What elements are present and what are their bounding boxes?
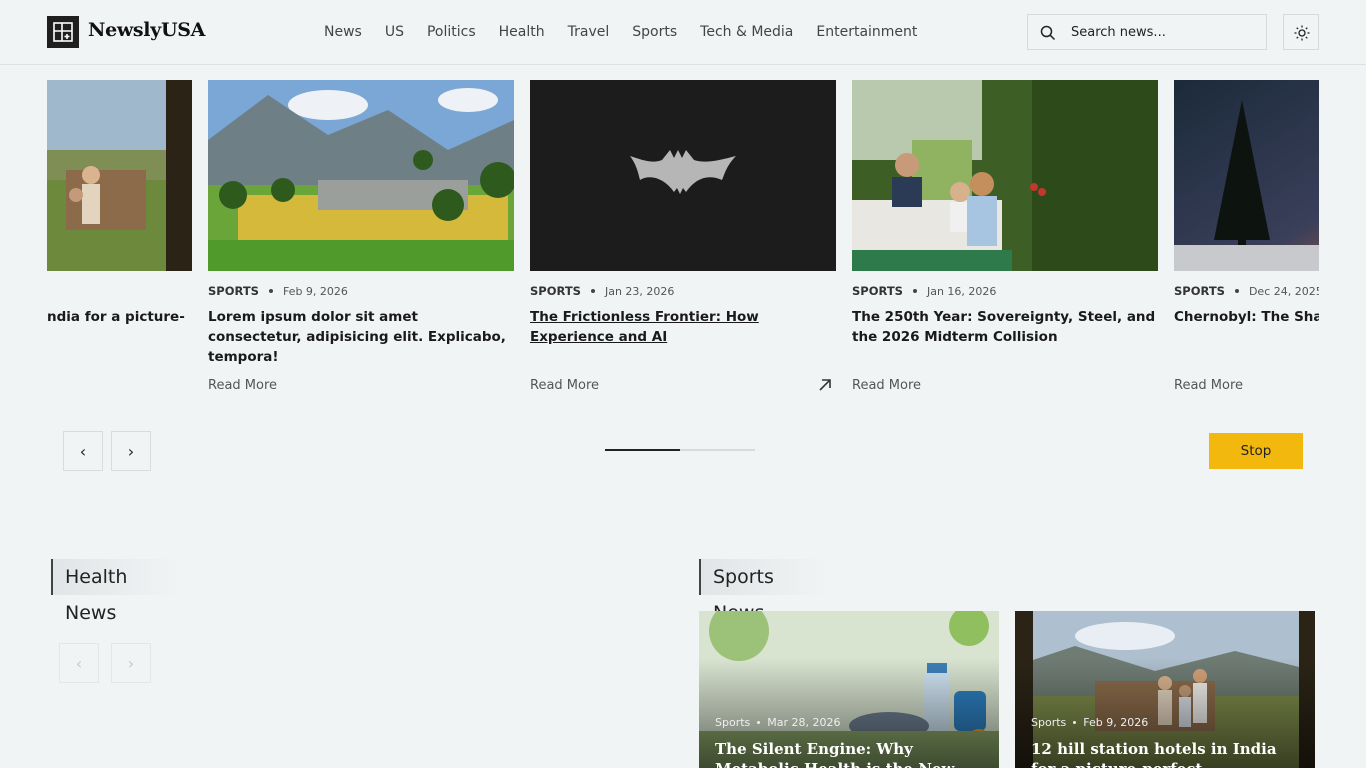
card-category[interactable]: SPORTS	[852, 284, 903, 298]
carousel-card[interactable]: SPORTS Jan 16, 2026 The 250th Year: Sover…	[852, 80, 1158, 410]
chevron-left-icon: ‹	[75, 653, 83, 673]
separator-dot	[912, 289, 917, 293]
carousel-card[interactable]: ndia for a picture-	[47, 80, 192, 410]
tile-meta: Sports Mar 28, 2026	[715, 716, 841, 729]
card-meta: SPORTS Feb 9, 2026	[208, 284, 348, 298]
read-more-link[interactable]: Read More	[530, 378, 599, 393]
card-image[interactable]	[1174, 80, 1319, 271]
card-date: Feb 9, 2026	[282, 285, 348, 298]
search-icon	[1040, 25, 1056, 41]
tile-category[interactable]: Sports	[715, 716, 750, 729]
separator-dot	[757, 720, 761, 724]
stop-autoplay-button[interactable]: Stop	[1209, 433, 1303, 469]
separator-dot	[590, 289, 595, 293]
nav-tech-media[interactable]: Tech & Media	[700, 22, 793, 42]
read-more-link[interactable]: Read More	[1174, 378, 1243, 393]
sun-icon	[1294, 25, 1310, 41]
card-date: Dec 24, 2025	[1248, 285, 1319, 298]
nav-news[interactable]: News	[324, 22, 362, 42]
nav-sports[interactable]: Sports	[632, 22, 677, 42]
main-nav: News US Politics Health Travel Sports Te…	[324, 22, 940, 42]
nav-travel[interactable]: Travel	[568, 22, 610, 42]
card-category[interactable]: SPORTS	[208, 284, 259, 298]
search-input[interactable]	[1071, 22, 1256, 42]
card-title[interactable]: Chernobyl: The Shadow Race for	[1174, 307, 1319, 327]
carousel-card[interactable]: SPORTS Dec 24, 2025 Chernobyl: The Shadow…	[1174, 80, 1319, 410]
external-arrow-icon[interactable]	[818, 378, 832, 392]
card-title[interactable]: ndia for a picture-	[47, 307, 192, 327]
card-title[interactable]: The Frictionless Frontier: How Experienc…	[530, 307, 836, 347]
carousel-progress-bar[interactable]	[605, 449, 755, 451]
section-title-sports: Sports News	[699, 559, 829, 624]
card-image[interactable]	[47, 80, 192, 271]
tile-category[interactable]: Sports	[1031, 716, 1066, 729]
tile-date: Mar 28, 2026	[767, 716, 841, 729]
card-date: Jan 16, 2026	[926, 285, 997, 298]
card-meta: SPORTS Jan 23, 2026	[530, 284, 674, 298]
card-meta: SPORTS Dec 24, 2025	[1174, 284, 1319, 298]
read-more-link[interactable]: Read More	[208, 378, 277, 393]
separator-dot	[1234, 289, 1239, 293]
health-next-button[interactable]: ›	[111, 643, 151, 683]
card-category[interactable]: SPORTS	[1174, 284, 1225, 298]
logo-icon[interactable]	[47, 16, 79, 48]
chevron-right-icon: ›	[127, 441, 135, 461]
read-more-link[interactable]: Read More	[852, 378, 921, 393]
nav-entertainment[interactable]: Entertainment	[816, 22, 917, 42]
sports-tile[interactable]: Sports Mar 28, 2026 The Silent Engine: Wh…	[699, 611, 999, 768]
carousel-next-button[interactable]: ›	[111, 431, 151, 471]
progress-fill	[605, 449, 680, 451]
card-title[interactable]: Lorem ipsum dolor sit amet consectetur, …	[208, 307, 514, 367]
card-category[interactable]: SPORTS	[530, 284, 581, 298]
separator-dot	[1073, 720, 1077, 724]
card-title[interactable]: The 250th Year: Sovereignty, Steel, and …	[852, 307, 1158, 347]
carousel-card[interactable]: SPORTS Feb 9, 2026 Lorem ipsum dolor sit …	[208, 80, 514, 410]
card-image[interactable]	[852, 80, 1158, 271]
sports-tile[interactable]: Sports Feb 9, 2026 12 hill station hotels…	[1015, 611, 1315, 768]
site-header: NewslyUSA News US Politics Health Travel…	[0, 0, 1366, 65]
tile-title[interactable]: The Silent Engine: Why Metabolic Health …	[715, 739, 990, 768]
card-meta: SPORTS Jan 16, 2026	[852, 284, 996, 298]
tile-meta: Sports Feb 9, 2026	[1031, 716, 1148, 729]
separator-dot	[268, 289, 273, 293]
tile-date: Feb 9, 2026	[1083, 716, 1149, 729]
nav-politics[interactable]: Politics	[427, 22, 476, 42]
health-prev-button[interactable]: ‹	[59, 643, 99, 683]
card-image[interactable]	[208, 80, 514, 271]
nav-us[interactable]: US	[385, 22, 404, 42]
featured-carousel: ndia for a picture- SPORTS Feb 9, 2026 Lo…	[47, 80, 1319, 410]
card-image[interactable]	[530, 80, 836, 271]
chevron-left-icon: ‹	[79, 441, 87, 461]
tile-title[interactable]: 12 hill station hotels in India for a pi…	[1031, 739, 1306, 768]
nav-health[interactable]: Health	[499, 22, 545, 42]
chevron-right-icon: ›	[127, 653, 135, 673]
carousel-prev-button[interactable]: ‹	[63, 431, 103, 471]
search-box	[1027, 14, 1267, 50]
brand-name[interactable]: NewslyUSA	[88, 19, 205, 41]
theme-toggle-button[interactable]	[1283, 14, 1319, 50]
section-title-health: Health News	[51, 559, 181, 624]
carousel-card[interactable]: SPORTS Jan 23, 2026 The Frictionless Fron…	[530, 80, 836, 410]
card-date: Jan 23, 2026	[604, 285, 675, 298]
